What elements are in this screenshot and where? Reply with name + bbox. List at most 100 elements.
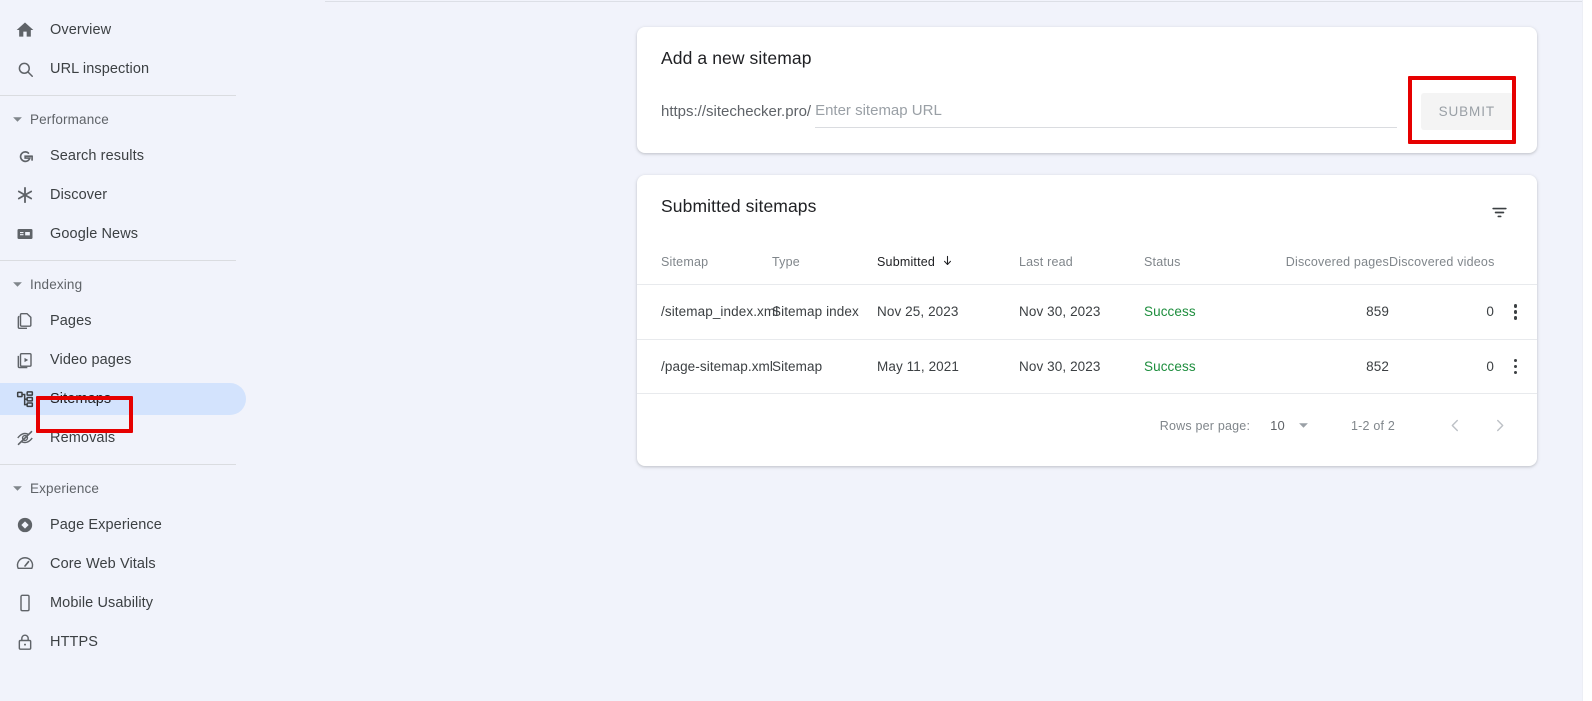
cell-sitemap[interactable]: /sitemap_index.xml xyxy=(637,284,778,339)
sidebar-item-google-news[interactable]: Google News xyxy=(0,218,246,250)
sidebar-item-mobile-usability[interactable]: Mobile Usability xyxy=(0,587,246,619)
sitemap-url-input[interactable] xyxy=(815,102,1397,119)
submitted-sitemaps-table: Sitemap Type Submitted Last read Status xyxy=(637,248,1537,393)
lock-icon xyxy=(14,631,36,653)
google-g-icon xyxy=(14,145,36,167)
sidebar-item-label: Core Web Vitals xyxy=(50,556,156,572)
table-pagination: Rows per page: 10 1-2 of 2 xyxy=(637,393,1537,457)
cell-submitted: Nov 25, 2023 xyxy=(877,284,1019,339)
rows-per-page-value[interactable]: 10 xyxy=(1270,418,1285,433)
column-header-last-read[interactable]: Last read xyxy=(1019,248,1144,285)
cell-discovered-videos: 0 xyxy=(1389,338,1494,393)
search-icon xyxy=(14,58,36,80)
cell-submitted: May 11, 2021 xyxy=(877,338,1019,393)
table-row[interactable]: /page-sitemap.xml Sitemap May 11, 2021 N… xyxy=(637,338,1537,393)
cell-actions xyxy=(1494,338,1537,393)
sidebar-group-experience[interactable]: Experience xyxy=(0,475,300,501)
chevron-left-icon[interactable] xyxy=(1441,412,1469,440)
cell-status: Success xyxy=(1144,284,1259,339)
cell-type: Sitemap index xyxy=(772,284,877,339)
sidebar-item-core-web-vitals[interactable]: Core Web Vitals xyxy=(0,548,246,580)
eye-off-icon xyxy=(14,427,36,449)
mobile-phone-icon xyxy=(14,592,36,614)
more-vert-icon[interactable] xyxy=(1494,304,1537,320)
column-header-actions xyxy=(1494,248,1537,285)
pagination-range: 1-2 of 2 xyxy=(1351,418,1395,433)
table-row[interactable]: /sitemap_index.xml Sitemap index Nov 25,… xyxy=(637,284,1537,339)
filter-list-icon[interactable] xyxy=(1485,198,1513,226)
home-icon xyxy=(14,19,36,41)
column-header-sitemap[interactable]: Sitemap xyxy=(637,248,772,285)
pages-copy-icon xyxy=(14,310,36,332)
app-root: Overview URL inspection Performance Sear… xyxy=(0,0,1592,701)
cell-discovered-pages: 859 xyxy=(1259,284,1389,339)
cell-status: Success xyxy=(1144,338,1259,393)
diamond-circle-icon xyxy=(14,514,36,536)
cell-sitemap[interactable]: /page-sitemap.xml xyxy=(637,338,773,393)
column-header-status[interactable]: Status xyxy=(1144,248,1259,285)
add-sitemap-row: https://sitechecker.pro/ SUBMIT xyxy=(661,76,1516,144)
sidebar-item-label: HTTPS xyxy=(50,634,99,650)
submit-button[interactable]: SUBMIT xyxy=(1420,93,1513,130)
sidebar-item-label: Sitemaps xyxy=(50,391,112,407)
add-sitemap-title: Add a new sitemap xyxy=(661,48,812,68)
sidebar-item-discover[interactable]: Discover xyxy=(0,179,246,211)
column-header-discovered-videos[interactable]: Discovered videos xyxy=(1389,248,1494,285)
sidebar-divider xyxy=(0,464,236,465)
asterisk-icon xyxy=(14,184,36,206)
sidebar-item-label: Video pages xyxy=(50,352,132,368)
sidebar-group-label: Experience xyxy=(30,480,100,496)
sidebar-group-label: Performance xyxy=(30,111,109,127)
rows-per-page-label: Rows per page: xyxy=(1159,418,1251,433)
sidebar-item-label: Discover xyxy=(50,187,108,203)
sidebar-item-pages[interactable]: Pages xyxy=(0,305,246,337)
sidebar-item-overview[interactable]: Overview xyxy=(0,14,246,46)
sidebar-item-label: Page Experience xyxy=(50,517,162,533)
submitted-sitemaps-title: Submitted sitemaps xyxy=(661,196,817,216)
table-header-row: Sitemap Type Submitted Last read Status xyxy=(637,248,1537,285)
sidebar-item-page-experience[interactable]: Page Experience xyxy=(0,509,246,541)
sidebar-item-label: Search results xyxy=(50,148,145,164)
column-header-submitted[interactable]: Submitted xyxy=(877,248,1019,285)
sidebar-group-performance[interactable]: Performance xyxy=(0,106,300,132)
sidebar-divider xyxy=(0,95,236,96)
submitted-sitemaps-card: Submitted sitemaps Sitemap Type Submitte… xyxy=(637,175,1537,466)
sidebar-item-label: Overview xyxy=(50,22,112,38)
sidebar-item-label: Pages xyxy=(50,313,92,329)
cell-discovered-videos: 0 xyxy=(1389,284,1494,339)
chevron-down-icon[interactable] xyxy=(1298,420,1309,431)
chevron-down-icon xyxy=(8,479,26,497)
sitemap-tree-icon xyxy=(14,388,36,410)
column-header-discovered-pages[interactable]: Discovered pages xyxy=(1259,248,1389,285)
cell-last-read: Nov 30, 2023 xyxy=(1019,284,1144,339)
more-vert-icon[interactable] xyxy=(1494,358,1537,374)
column-header-submitted-label: Submitted xyxy=(877,255,936,269)
column-header-type[interactable]: Type xyxy=(772,248,877,285)
news-card-icon xyxy=(14,223,36,245)
sitemap-url-prefix: https://sitechecker.pro/ xyxy=(661,103,812,120)
sidebar-item-sitemaps[interactable]: Sitemaps xyxy=(0,383,246,415)
sidebar: Overview URL inspection Performance Sear… xyxy=(0,0,300,701)
sidebar-item-search-results[interactable]: Search results xyxy=(0,140,246,172)
speedometer-icon xyxy=(14,553,36,575)
sidebar-item-label: Mobile Usability xyxy=(50,595,154,611)
chevron-right-icon[interactable] xyxy=(1485,412,1513,440)
sidebar-group-indexing[interactable]: Indexing xyxy=(0,271,300,297)
chevron-down-icon xyxy=(8,110,26,128)
scrollbar-track[interactable] xyxy=(1582,0,1592,701)
add-sitemap-card: Add a new sitemap https://sitechecker.pr… xyxy=(637,27,1537,153)
arrow-down-icon xyxy=(941,254,954,270)
sidebar-item-removals[interactable]: Removals xyxy=(0,422,246,454)
chevron-down-icon xyxy=(8,275,26,293)
sidebar-item-label: Removals xyxy=(50,430,116,446)
sidebar-item-video-pages[interactable]: Video pages xyxy=(0,344,246,376)
table-body: /sitemap_index.xml Sitemap index Nov 25,… xyxy=(637,284,1537,393)
sidebar-item-https[interactable]: HTTPS xyxy=(0,626,246,658)
sidebar-group-label: Indexing xyxy=(30,276,83,292)
sidebar-item-label: Google News xyxy=(50,226,139,242)
sidebar-item-url-inspection[interactable]: URL inspection xyxy=(0,53,246,85)
cell-actions xyxy=(1494,284,1537,339)
top-divider xyxy=(325,1,1582,2)
sitemap-url-field[interactable] xyxy=(815,102,1397,128)
sidebar-divider xyxy=(0,260,236,261)
